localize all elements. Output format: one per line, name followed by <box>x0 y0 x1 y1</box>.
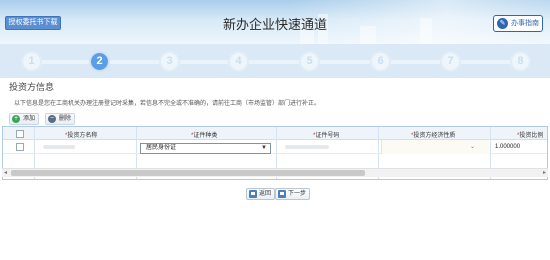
back-label: 返回 <box>259 191 272 197</box>
page-title: 新办企业快速通道 <box>222 17 327 32</box>
economic-nature-select[interactable]: ⌄ <box>381 140 489 154</box>
plus-icon: + <box>12 115 20 123</box>
delete-label: 删除 <box>59 116 72 122</box>
next-label: 下一步 <box>288 191 307 197</box>
step-3: 3 <box>159 51 180 72</box>
select-all-checkbox[interactable] <box>16 130 24 138</box>
save-icon <box>249 190 257 198</box>
step-7: 7 <box>440 51 461 72</box>
column-header-id-number: *证件号码 <box>313 133 340 139</box>
column-header-name: *投资方名称 <box>65 133 98 139</box>
investment-ratio-value: 1.000000 <box>495 144 521 150</box>
step-2-active: 2 <box>89 51 110 72</box>
horizontal-scrollbar[interactable]: ◂ ▸ <box>2 168 548 177</box>
delete-button[interactable]: − 删除 <box>45 113 76 125</box>
step-6: 6 <box>370 51 391 72</box>
save-icon <box>278 190 286 198</box>
minus-icon: − <box>48 115 56 123</box>
guide-label: 办事指南 <box>511 20 539 27</box>
id-number-redacted <box>285 145 329 149</box>
investor-name-redacted <box>43 145 75 149</box>
id-type-value: 居民身份证 <box>146 145 177 151</box>
step-4: 4 <box>228 51 249 72</box>
dropdown-arrow-icon: ▼ <box>261 145 267 151</box>
scrollbar-thumb[interactable] <box>11 170 365 176</box>
column-header-ratio: *投资比例 <box>517 133 544 139</box>
section-title: 投资方信息 <box>9 82 55 92</box>
scroll-right-icon[interactable]: ▸ <box>543 169 546 176</box>
id-type-select[interactable]: 居民身份证 ▼ <box>140 143 271 154</box>
scroll-left-icon[interactable]: ◂ <box>4 169 7 176</box>
step-1: 1 <box>21 51 42 72</box>
next-button[interactable]: 下一步 <box>275 188 311 200</box>
add-label: 添加 <box>23 116 36 122</box>
step-8: 8 <box>510 51 531 72</box>
add-button[interactable]: + 添加 <box>9 113 40 125</box>
page-header: 授权委托书下载 新办企业快速通道 ✎ 办事指南 <box>0 0 550 44</box>
guide-button[interactable]: ✎ 办事指南 <box>493 15 543 32</box>
row-checkbox[interactable] <box>16 143 24 151</box>
chevron-down-icon: ⌄ <box>469 144 475 150</box>
notice-text: 以下信息是您在工商机关办理注册登记时采集，若信息不完全或不准确的，请前往工商（市… <box>14 101 321 107</box>
compass-icon: ✎ <box>497 18 508 29</box>
step-5: 5 <box>299 51 320 72</box>
column-header-id-type: *证件种类 <box>191 133 218 139</box>
column-header-nature: *投资方经济性质 <box>411 133 456 139</box>
back-button[interactable]: 返回 <box>246 188 276 200</box>
